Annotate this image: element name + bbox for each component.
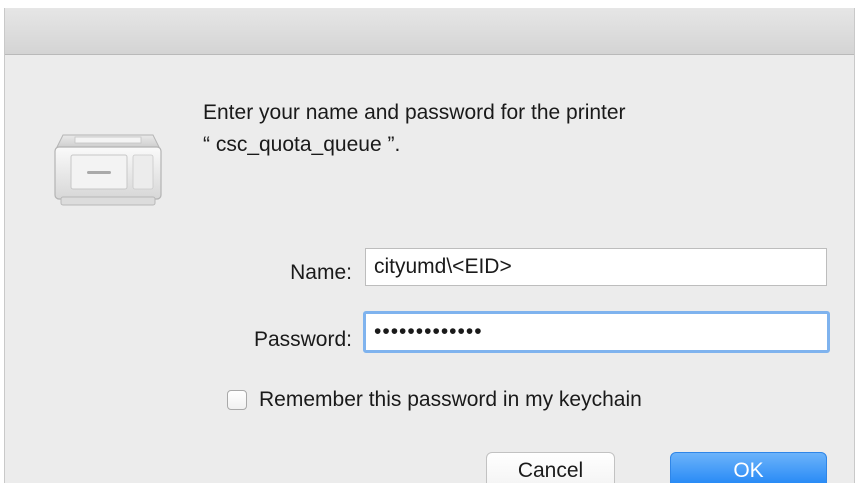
top-strip — [0, 0, 857, 8]
remember-label[interactable]: Remember this password in my keychain — [259, 388, 642, 412]
name-label: Name: — [290, 261, 352, 284]
cancel-button-label: Cancel — [517, 459, 584, 482]
ok-button[interactable]: OK — [670, 452, 827, 483]
printer-icon — [49, 113, 167, 213]
dialog-titlebar[interactable] — [5, 8, 854, 55]
cancel-button[interactable]: Cancel — [486, 452, 615, 483]
prompt-line-1: Enter your name and password for the pri… — [203, 101, 626, 124]
remember-password-option[interactable]: Remember this password in my keychain — [227, 385, 642, 415]
screen: Enter your name and password for the pri… — [0, 0, 857, 483]
ok-button-label: OK — [733, 459, 764, 482]
prompt-line-2: “ csc_quota_queue ”. — [203, 133, 401, 156]
printer-auth-dialog: Enter your name and password for the pri… — [4, 8, 855, 483]
name-field[interactable] — [365, 248, 827, 286]
prompt-message: Enter your name and password for the pri… — [203, 97, 823, 161]
password-label: Password: — [253, 328, 352, 351]
password-field[interactable] — [363, 311, 830, 353]
remember-checkbox[interactable] — [227, 390, 247, 410]
dialog-body: Enter your name and password for the pri… — [5, 55, 854, 483]
